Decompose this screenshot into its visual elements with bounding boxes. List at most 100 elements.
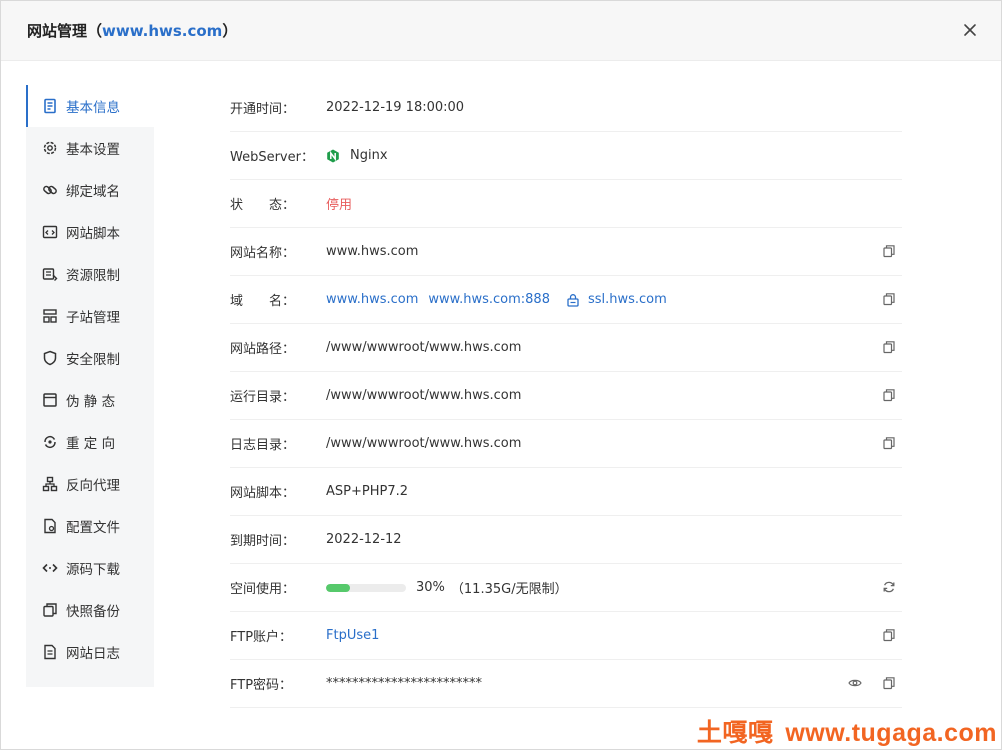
watermark-brand: 土嘎嘎 <box>696 718 774 747</box>
open-time-label: 开通时间： <box>230 102 296 117</box>
code-icon <box>42 560 58 576</box>
copy-site-path-button[interactable] <box>882 340 896 354</box>
site-name-value: www.hws.com <box>326 244 419 259</box>
copy-log-dir-button[interactable] <box>882 436 896 450</box>
sidebar-item-config-file[interactable]: 配置文件 <box>26 505 154 547</box>
basic-info-panel: 开通时间： 2022-12-19 18:00:00 WebServer： Ngi… <box>230 84 902 708</box>
sidebar-item-label: 伪 静 态 <box>66 394 116 410</box>
redirect-icon <box>42 434 58 450</box>
document-icon <box>42 98 58 114</box>
script-value: ASP+PHP7.2 <box>326 484 409 499</box>
row-open-time: 开通时间： 2022-12-19 18:00:00 <box>230 84 902 132</box>
row-space-usage: 空间使用： 30% （11.35G/无限制） <box>230 564 902 612</box>
sidebar-item-reverse-proxy[interactable]: 反向代理 <box>26 463 154 505</box>
row-ftp-account: FTP账户： FtpUse1 <box>230 612 902 660</box>
sidebar-item-label: 网站脚本 <box>66 226 120 242</box>
resource-icon <box>42 266 58 282</box>
sidebar-item-snapshot-backup[interactable]: 快照备份 <box>26 589 154 631</box>
row-status: 状 态： 停用 <box>230 180 902 228</box>
site-path-value: /www/wwwroot/www.hws.com <box>326 340 522 355</box>
status-value[interactable]: 停用 <box>326 194 352 213</box>
site-path-label: 网站路径： <box>230 342 296 357</box>
sidebar-item-security[interactable]: 安全限制 <box>26 337 154 379</box>
space-progress-bar <box>326 583 406 592</box>
script-label: 网站脚本： <box>230 486 296 501</box>
ssl-lock-icon <box>566 293 580 307</box>
sidebar-item-label: 安全限制 <box>66 352 120 368</box>
dialog-title-site: www.hws.com <box>102 22 223 40</box>
copy-domain-button[interactable] <box>882 292 896 306</box>
row-site-path: 网站路径： /www/wwwroot/www.hws.com <box>230 324 902 372</box>
ssl-domain-link[interactable]: ssl.hws.com <box>588 292 667 307</box>
sidebar-item-label: 配置文件 <box>66 520 120 536</box>
copy-ftp-password-button[interactable] <box>882 676 896 690</box>
copy-icon <box>883 437 895 450</box>
nginx-icon <box>326 149 340 163</box>
sidebar-item-source-download[interactable]: 源码下载 <box>26 547 154 589</box>
run-dir-label: 运行目录： <box>230 390 296 405</box>
sidebar: 基本信息 基本设置 绑定域名 网站脚本 资源限制 子站管理 安全限制 伪 静 态… <box>26 85 154 687</box>
sidebar-item-subsite[interactable]: 子站管理 <box>26 295 154 337</box>
ftp-account-label: FTP账户： <box>230 630 293 645</box>
sidebar-item-basic-settings[interactable]: 基本设置 <box>26 127 154 169</box>
link-icon <box>42 182 58 198</box>
dialog-title: 网站管理（www.hws.com） <box>27 22 238 40</box>
sidebar-item-rewrite[interactable]: 伪 静 态 <box>26 379 154 421</box>
watermark-url: www.tugaga.com <box>785 719 997 747</box>
close-button[interactable] <box>959 19 981 41</box>
sidebar-item-label: 子站管理 <box>66 310 120 326</box>
copy-icon <box>883 629 895 642</box>
site-name-label: 网站名称： <box>230 246 296 261</box>
close-icon <box>964 24 976 36</box>
status-label: 状 态： <box>230 198 296 213</box>
sidebar-item-label: 快照备份 <box>66 604 120 620</box>
webserver-value: Nginx <box>350 148 388 163</box>
sidebar-item-basic-info[interactable]: 基本信息 <box>26 85 154 127</box>
show-password-button[interactable] <box>848 676 862 690</box>
sidebar-item-label: 重 定 向 <box>66 436 116 452</box>
row-script: 网站脚本： ASP+PHP7.2 <box>230 468 902 516</box>
copy-icon <box>883 677 895 690</box>
ftp-account-link[interactable]: FtpUse1 <box>326 628 379 643</box>
sidebar-item-bind-domain[interactable]: 绑定域名 <box>26 169 154 211</box>
run-dir-value: /www/wwwroot/www.hws.com <box>326 388 522 403</box>
row-expire: 到期时间： 2022-12-12 <box>230 516 902 564</box>
copy-icon <box>883 341 895 354</box>
copy-run-dir-button[interactable] <box>882 388 896 402</box>
space-label: 空间使用： <box>230 582 296 597</box>
space-progress-fill <box>326 583 350 592</box>
ftp-password-label: FTP密码： <box>230 678 293 693</box>
log-dir-value: /www/wwwroot/www.hws.com <box>326 436 522 451</box>
row-webserver: WebServer： Nginx <box>230 132 902 180</box>
sidebar-item-label: 资源限制 <box>66 268 120 284</box>
copy-icon <box>42 602 58 618</box>
refresh-icon <box>883 581 895 593</box>
sidebar-item-label: 基本信息 <box>66 100 120 116</box>
network-icon <box>42 476 58 492</box>
copy-icon <box>883 389 895 402</box>
domain-link[interactable]: www.hws.com <box>326 292 418 307</box>
refresh-space-button[interactable] <box>882 580 896 594</box>
dialog-header: 网站管理（www.hws.com） <box>1 1 1001 61</box>
expire-label: 到期时间： <box>230 534 296 549</box>
log-dir-label: 日志目录： <box>230 438 296 453</box>
log-icon <box>42 644 58 660</box>
site-management-dialog: 网站管理（www.hws.com） 基本信息 基本设置 绑定域名 网站脚本 资源… <box>0 0 1002 750</box>
open-time-value: 2022-12-19 18:00:00 <box>326 100 465 115</box>
sidebar-item-site-script[interactable]: 网站脚本 <box>26 211 154 253</box>
browser-icon <box>42 392 58 408</box>
sidebar-item-label: 网站日志 <box>66 646 120 662</box>
sitemap-icon <box>42 308 58 324</box>
watermark: 土嘎嘎 www.tugaga.com <box>697 713 997 749</box>
shield-icon <box>42 350 58 366</box>
sidebar-item-redirect[interactable]: 重 定 向 <box>26 421 154 463</box>
domain-link[interactable]: www.hws.com:888 <box>428 292 550 307</box>
sidebar-item-label: 反向代理 <box>66 478 120 494</box>
sidebar-item-resource-limit[interactable]: 资源限制 <box>26 253 154 295</box>
copy-ftp-account-button[interactable] <box>882 628 896 642</box>
copy-site-name-button[interactable] <box>882 244 896 258</box>
sidebar-item-site-log[interactable]: 网站日志 <box>26 631 154 673</box>
copy-icon <box>883 293 895 306</box>
domain-label: 域 名： <box>230 294 296 309</box>
sidebar-item-label: 源码下载 <box>66 562 120 578</box>
